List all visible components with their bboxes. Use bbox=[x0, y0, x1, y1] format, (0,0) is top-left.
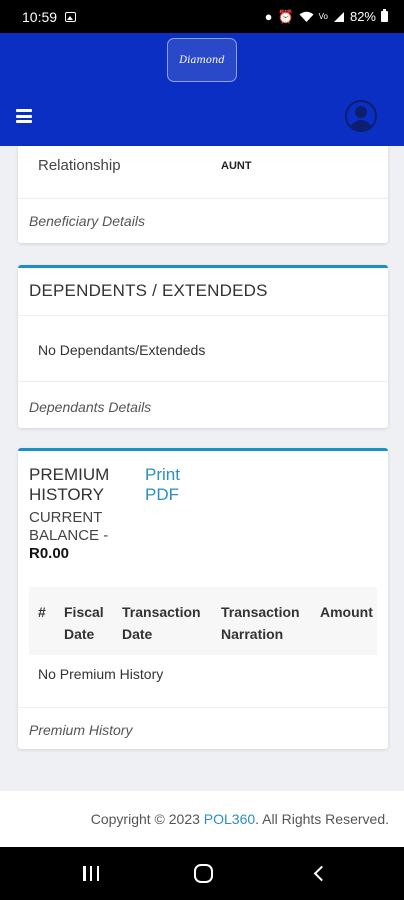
recents-bar bbox=[83, 866, 86, 881]
dependents-footer: Dependants Details bbox=[18, 381, 388, 431]
status-bar: 10:59 ● ⏰ Vo 82% bbox=[0, 0, 404, 33]
recents-bar bbox=[89, 866, 93, 881]
column-header-fiscal-date: Fiscal Date bbox=[64, 604, 104, 642]
recents-bar bbox=[96, 866, 99, 881]
column-header-transaction-date: Transaction Date bbox=[122, 604, 201, 642]
back-icon[interactable] bbox=[313, 865, 330, 882]
battery-icon bbox=[381, 9, 388, 22]
print-pdf-link[interactable]: Print PDF bbox=[145, 465, 205, 505]
dependents-title: DEPENDENTS / EXTENDEDS bbox=[29, 281, 268, 300]
home-icon[interactable] bbox=[194, 864, 213, 883]
user-avatar-icon[interactable] bbox=[345, 100, 377, 132]
lock-icon: ● bbox=[264, 9, 273, 24]
copyright-prefix: Copyright © 2023 bbox=[90, 811, 204, 827]
alarm-icon: ⏰ bbox=[277, 8, 294, 24]
image-icon bbox=[65, 11, 77, 22]
copyright-suffix: . All Rights Reserved. bbox=[255, 811, 389, 827]
recents-icon[interactable] bbox=[83, 866, 99, 881]
column-header-number: # bbox=[38, 604, 46, 620]
relationship-label: Relationship bbox=[38, 157, 121, 174]
company-logo[interactable]: Diamond bbox=[167, 38, 237, 82]
dependents-empty-text: No Dependants/Extendeds bbox=[38, 342, 206, 358]
current-balance-value: R0.00 bbox=[29, 545, 70, 562]
hamburger-icon[interactable] bbox=[16, 109, 32, 123]
copyright-bar: Copyright © 2023 POL360. All Rights Rese… bbox=[0, 791, 404, 847]
wifi-icon bbox=[299, 11, 314, 22]
column-header-transaction-narration: Transaction Narration bbox=[221, 604, 300, 642]
premium-table-header: # Fiscal Date Transaction Date Transacti… bbox=[29, 587, 377, 655]
status-right: ● ⏰ Vo 82% bbox=[265, 9, 388, 25]
premium-history-card: PREMIUM HISTORY CURRENT BALANCE - R0.00 … bbox=[18, 448, 388, 749]
hamburger-line bbox=[16, 114, 32, 118]
premium-history-title: PREMIUM HISTORY bbox=[29, 465, 110, 504]
beneficiary-footer: Beneficiary Details bbox=[18, 198, 388, 243]
status-time: 10:59 bbox=[22, 8, 58, 25]
divider bbox=[18, 315, 388, 316]
android-nav-bar bbox=[0, 847, 404, 900]
current-balance-label: CURRENT BALANCE - bbox=[29, 509, 109, 544]
avatar-body bbox=[350, 120, 372, 130]
volte-icon: Vo bbox=[318, 12, 328, 21]
app-header: Diamond bbox=[0, 33, 404, 146]
hamburger-line bbox=[16, 120, 32, 123]
signal-icon bbox=[333, 11, 344, 22]
premium-empty-text: No Premium History bbox=[38, 666, 164, 682]
avatar-head bbox=[355, 106, 367, 118]
premium-footer: Premium History bbox=[18, 707, 388, 752]
battery-percent: 82% bbox=[349, 9, 376, 24]
pol360-link[interactable]: POL360 bbox=[204, 811, 255, 827]
status-left: 10:59 bbox=[22, 8, 77, 25]
beneficiary-card: Relationship AUNT Beneficiary Details bbox=[18, 146, 388, 243]
relationship-value: AUNT bbox=[221, 160, 252, 172]
hamburger-line bbox=[16, 109, 32, 112]
column-header-amount: Amount bbox=[320, 604, 373, 620]
dependents-card: DEPENDENTS / EXTENDEDS No Dependants/Ext… bbox=[18, 265, 388, 428]
logo-text: Diamond bbox=[179, 54, 225, 66]
